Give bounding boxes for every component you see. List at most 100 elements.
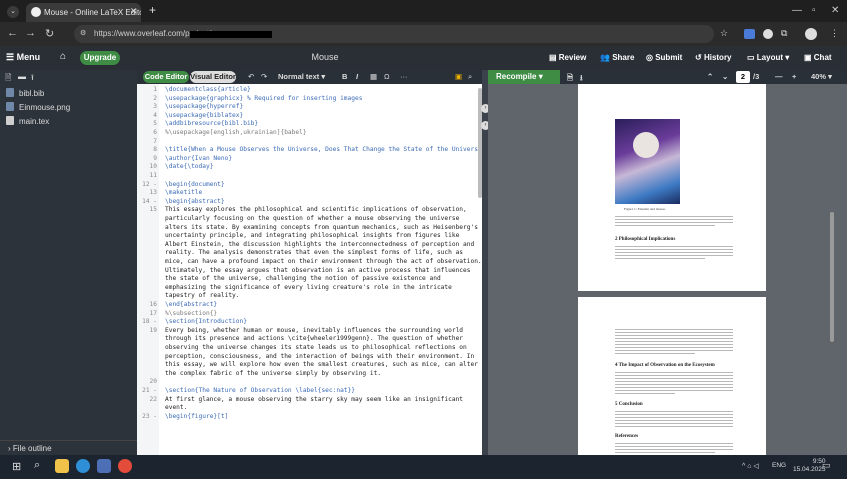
code-text[interactable]: Albert Einstein, the discussion highligh… [165, 241, 474, 250]
code-text[interactable]: the complex fabric of the universe simpl… [165, 370, 381, 379]
code-text[interactable]: %\usepackage[english,ukrainian]{babel} [165, 129, 307, 138]
forward-icon[interactable]: → [25, 27, 36, 39]
code-line[interactable]: 10 \date{\today} [137, 163, 482, 172]
code-text[interactable]: alters its state. By examining concepts … [165, 224, 478, 233]
code-line[interactable]: event. [137, 404, 482, 413]
upload-icon[interactable]: ⭱ [31, 72, 34, 86]
code-text[interactable]: \section{The Nature of Observation \labe… [165, 387, 355, 396]
code-line[interactable]: the complex fabric of the universe simpl… [137, 370, 482, 379]
code-line[interactable]: this essay, we will explore how even the… [137, 361, 482, 370]
code-line[interactable]: 1 \documentclass{article} [137, 86, 482, 95]
search-icon[interactable]: ⌕ [34, 459, 40, 472]
symbol-button[interactable]: Ω [384, 72, 390, 81]
file-tree-item[interactable]: Einmouse.png [6, 102, 70, 112]
project-title[interactable]: Mouse [300, 52, 350, 62]
chrome-browser-icon[interactable] [118, 459, 132, 473]
code-line[interactable]: alters its state. By examining concepts … [137, 224, 482, 233]
start-windows-icon[interactable]: ⊞ [12, 460, 21, 473]
share-button[interactable]: 👥 Share [600, 53, 634, 62]
code-text[interactable]: through its presence and actions \cite{w… [165, 335, 463, 344]
upgrade-button[interactable]: Upgrade [80, 51, 120, 65]
layout-button[interactable]: ▭ Layout ▾ [747, 53, 789, 62]
code-text[interactable]: %\subsection{} [165, 310, 217, 319]
zoom-out-icon[interactable]: — [775, 72, 783, 81]
home-icon[interactable]: ⌂ [60, 51, 66, 62]
page-number-input[interactable]: 2 [736, 71, 750, 83]
submit-button[interactable]: ◎ Submit [646, 53, 682, 62]
file-outline-toggle[interactable]: › File outline [0, 440, 137, 455]
file-tree-item[interactable]: bibl.bib [6, 88, 44, 98]
code-text[interactable]: \begin{document} [165, 181, 225, 190]
chat-button[interactable]: ▣ Chat [804, 53, 832, 62]
code-line[interactable]: tapestry of reality. [137, 292, 482, 301]
code-line[interactable]: observing the universe changes its state… [137, 344, 482, 353]
code-text[interactable]: \documentclass{article} [165, 86, 251, 95]
pdf-scrollbar[interactable] [830, 212, 834, 342]
file-tree-item[interactable]: main.tex [6, 116, 49, 126]
code-text[interactable]: \author{Ivan Neno} [165, 155, 232, 164]
code-line[interactable]: 21 - \section{The Nature of Observation \… [137, 387, 482, 396]
code-text[interactable]: uncertainty principle, and integrating p… [165, 232, 459, 241]
code-text[interactable]: At first glance, a mouse observing the s… [165, 396, 463, 405]
profile-avatar[interactable] [805, 28, 817, 40]
code-line[interactable]: 18 - \section{Introduction} [137, 318, 482, 327]
code-text[interactable]: \addbibresource{bibl.bib} [165, 120, 258, 129]
search-icon[interactable]: ⌕ [468, 72, 472, 82]
extensions-puzzle-icon[interactable]: ⧉ [781, 28, 787, 39]
code-line[interactable]: mice, can have a profound impact on thei… [137, 258, 482, 267]
code-text[interactable]: tapestry of reality. [165, 292, 240, 301]
code-line[interactable]: 9 \author{Ivan Neno} [137, 155, 482, 164]
minimize-icon[interactable]: — [792, 5, 802, 16]
bold-button[interactable]: B [342, 72, 347, 81]
code-line[interactable]: 4 \usepackage{biblatex} [137, 112, 482, 121]
extension-icon[interactable] [763, 29, 773, 39]
code-text[interactable]: perception, consciousness, and the inter… [165, 353, 474, 362]
code-text[interactable]: \title{When a Mouse Observes the Univers… [165, 146, 482, 155]
new-file-icon[interactable]: 🗎 [5, 72, 11, 86]
next-page-icon[interactable]: ⌄ [722, 72, 728, 81]
zoom-in-icon[interactable]: + [792, 72, 796, 81]
italic-button[interactable]: I [356, 72, 358, 81]
url-field[interactable]: https://www.overleaf.com/project/ [74, 25, 714, 43]
code-line[interactable]: 7 [137, 138, 482, 147]
code-text[interactable]: \section{Introduction} [165, 318, 247, 327]
code-line[interactable]: Ultimately, the essay argues that observ… [137, 267, 482, 276]
maximize-icon[interactable]: ▫ [812, 5, 816, 16]
code-line[interactable]: 2 \usepackage{graphicx} % Required for in… [137, 95, 482, 104]
language-indicator[interactable]: ENG [772, 462, 786, 469]
code-line[interactable]: 20 [137, 378, 482, 387]
bookmark-star-icon[interactable]: ☆ [720, 28, 728, 39]
code-line[interactable]: reality. The analysis demonstrates that … [137, 249, 482, 258]
code-text[interactable]: Every being, whether human or mouse, ine… [165, 327, 463, 336]
code-text[interactable]: \end{abstract} [165, 301, 217, 310]
code-line[interactable]: 13 \maketitle [137, 189, 482, 198]
review-button[interactable]: ▤ Review [549, 53, 586, 62]
code-text[interactable]: This essay explores the philosophical an… [165, 206, 467, 215]
extension-icon[interactable] [744, 29, 755, 39]
insert-figure-icon[interactable]: ▦ [370, 72, 377, 81]
back-icon[interactable]: ← [7, 27, 18, 39]
code-line[interactable]: perception, consciousness, and the inter… [137, 353, 482, 362]
code-line[interactable]: through its presence and actions \cite{w… [137, 335, 482, 344]
reload-icon[interactable]: ↻ [45, 27, 54, 40]
menu-button[interactable]: ☰ Menu [6, 52, 40, 63]
code-line[interactable]: particularly focusing on the question of… [137, 215, 482, 224]
system-tray-icons[interactable]: ^ ⌂ ◁ [742, 462, 759, 470]
tab-search-icon[interactable]: ⌄ [7, 6, 19, 18]
edge-browser-icon[interactable] [76, 459, 90, 473]
site-info-icon[interactable]: ⚙ [80, 29, 86, 37]
code-text[interactable]: \usepackage{biblatex} [165, 112, 243, 121]
code-line[interactable]: 19 Every being, whether human or mouse, i… [137, 327, 482, 336]
code-text[interactable]: emphasizing the significance of every li… [165, 284, 452, 293]
code-editor-toggle[interactable]: Code Editor [143, 71, 189, 83]
code-line[interactable]: Albert Einstein, the discussion highligh… [137, 241, 482, 250]
ai-assist-icon[interactable]: ▣ [455, 72, 462, 81]
close-icon[interactable]: ✕ [831, 5, 839, 16]
browser-tab[interactable]: Mouse - Online LaTeX Editor Over [26, 3, 141, 22]
code-line[interactable]: 16 \end{abstract} [137, 301, 482, 310]
code-text[interactable]: observing the universe changes its state… [165, 344, 467, 353]
store-app-icon[interactable] [97, 459, 111, 473]
new-folder-icon[interactable]: ▬ [18, 72, 26, 81]
undo-icon[interactable]: ↶ [248, 72, 254, 81]
code-text[interactable]: event. [165, 404, 187, 413]
